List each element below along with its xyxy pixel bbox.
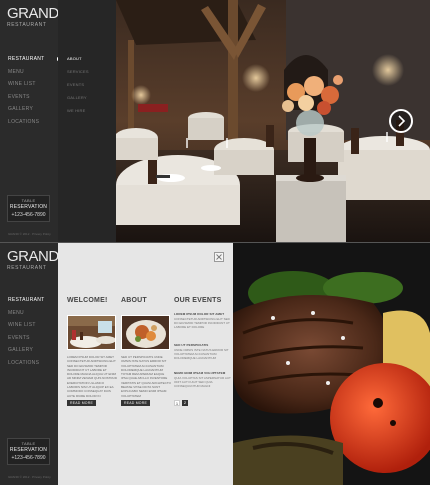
nav-item-restaurant[interactable]: RESTAURANT	[8, 55, 58, 68]
logo-name: GRAND	[7, 5, 59, 22]
steak-dish-photo	[233, 243, 430, 485]
events-page-1-button[interactable]: 1	[174, 400, 180, 406]
logo-name: GRAND	[7, 248, 59, 265]
nav-item-menu[interactable]: MENU	[8, 309, 58, 322]
nav-item-gallery[interactable]: GALLERY	[8, 105, 58, 118]
dining-room-thumbnail	[68, 316, 115, 349]
reservation-phone: +123-456-7890	[11, 212, 46, 218]
logo-tagline: RESTAURANT	[7, 265, 47, 271]
event-text: UNDE OMNIS ISTE NATUS ERROR SIT VOLUPTAT…	[174, 348, 229, 360]
footer-text: GRAND © 2012 · Privacy Policy	[8, 475, 51, 479]
welcome-read-more-button[interactable]: READ MORE	[67, 400, 96, 406]
submenu-item-we-hire[interactable]: WE HIRE	[67, 107, 89, 120]
nav-item-wine-list[interactable]: WINE LIST	[8, 321, 58, 334]
reservation-title: RESERVATION	[9, 204, 48, 210]
reservation-small: TABLE	[21, 198, 36, 203]
main-nav: RESTAURANT MENU WINE LIST EVENTS GALLERY…	[8, 55, 58, 130]
event-item[interactable]: LOREM IPSUM DOLOR SIT AMET CONSECTETUR A…	[174, 312, 234, 329]
reservation-title: RESERVATION	[9, 447, 48, 453]
event-item[interactable]: SED UT PERSPICIATIS UNDE OMNIS ISTE NATU…	[174, 343, 234, 360]
restaurant-screen-top: GRAND RESTAURANT RESTAURANT MENU WINE LI…	[0, 0, 430, 242]
submenu-item-gallery[interactable]: GALLERY	[67, 94, 89, 107]
event-item[interactable]: NEMO ENIM IPSAM VOLUPTATEM QUIA VOLUPTAS…	[174, 371, 234, 388]
event-text: QUIA VOLUPTAS SIT ASPERNATUR AUT ODIT AU…	[174, 376, 231, 388]
about-text: SED UT PERSPICIATIS UNDE OMNIS ISTE NATU…	[121, 355, 171, 397]
main-nav: RESTAURANT MENU WINE LIST EVENTS GALLERY…	[8, 296, 58, 371]
restaurant-interior-photo	[116, 0, 430, 242]
sidebar: GRAND RESTAURANT RESTAURANT MENU WINE LI…	[0, 0, 59, 242]
reservation-box[interactable]: TABLE RESERVATION +123-456-7890	[7, 438, 50, 465]
submenu-item-about[interactable]: ABOUT	[67, 55, 89, 68]
logo[interactable]: GRAND RESTAURANT	[7, 249, 59, 271]
event-title: SED UT PERSPICIATIS	[174, 343, 209, 347]
close-icon	[216, 254, 222, 260]
nav-item-wine-list[interactable]: WINE LIST	[8, 80, 58, 93]
logo[interactable]: GRAND RESTAURANT	[7, 6, 59, 28]
submenu-item-services[interactable]: SERVICES	[67, 68, 89, 81]
nav-item-locations[interactable]: LOCATIONS	[8, 118, 58, 131]
chevron-right-icon	[398, 115, 406, 127]
submenu-item-events[interactable]: EVENTS	[67, 81, 89, 94]
restaurant-interior-illustration	[116, 0, 430, 242]
nav-item-menu[interactable]: MENU	[8, 68, 58, 81]
food-plate-thumbnail	[122, 316, 169, 349]
reservation-phone: +123-456-7890	[11, 455, 46, 461]
about-thumbnail	[121, 315, 170, 350]
nav-item-gallery[interactable]: GALLERY	[8, 346, 58, 359]
close-button[interactable]	[214, 252, 224, 262]
nav-item-locations[interactable]: LOCATIONS	[8, 359, 58, 372]
submenu: ABOUT SERVICES EVENTS GALLERY WE HIRE	[58, 0, 116, 242]
welcome-text: LOREM IPSUM DOLOR SIT AMET CONSECTETUR A…	[67, 355, 117, 397]
events-heading: OUR EVENTS	[174, 297, 222, 304]
sidebar: GRAND RESTAURANT RESTAURANT MENU WINE LI…	[0, 243, 59, 485]
event-title: NEMO ENIM IPSAM VOLUPTATEM	[174, 371, 226, 375]
reservation-small: TABLE	[21, 441, 36, 446]
welcome-heading: WELCOME!	[67, 297, 108, 304]
event-title: LOREM IPSUM DOLOR SIT AMET	[174, 312, 225, 316]
about-read-more-button[interactable]: READ MORE	[121, 400, 150, 406]
nav-item-events[interactable]: EVENTS	[8, 334, 58, 347]
nav-item-events[interactable]: EVENTS	[8, 93, 58, 106]
logo-tagline: RESTAURANT	[7, 22, 47, 28]
event-text: CONSECTETUR ADIPISICING ELIT SED DO EIUS…	[174, 317, 230, 329]
footer-text: GRAND © 2012 · Privacy Policy	[8, 232, 51, 236]
reservation-box[interactable]: TABLE RESERVATION +123-456-7890	[7, 195, 50, 222]
nav-item-restaurant[interactable]: RESTAURANT	[8, 296, 58, 309]
restaurant-screen-bottom: GRAND RESTAURANT RESTAURANT MENU WINE LI…	[0, 243, 430, 485]
next-slide-button[interactable]	[389, 109, 413, 133]
welcome-thumbnail	[67, 315, 116, 350]
steak-illustration	[233, 243, 430, 485]
events-page-2-button[interactable]: 2	[182, 400, 188, 406]
about-heading: ABOUT	[121, 297, 147, 304]
